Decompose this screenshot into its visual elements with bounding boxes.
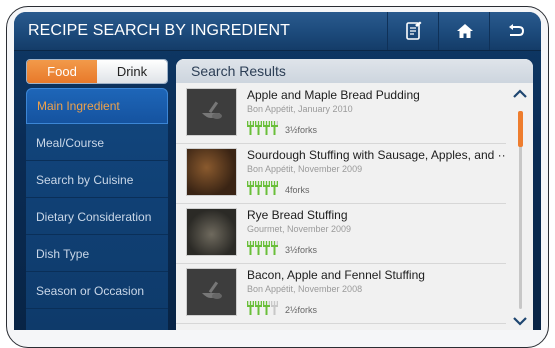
rating-label: 4forks bbox=[285, 185, 310, 195]
back-button[interactable] bbox=[489, 12, 541, 50]
results-heading: Search Results bbox=[176, 59, 533, 83]
recipe-placeholder-image bbox=[186, 88, 237, 136]
fork-icon bbox=[263, 121, 270, 135]
fork-rating: 3½forks bbox=[247, 239, 317, 255]
tab-drink[interactable]: Drink bbox=[97, 60, 167, 83]
sidebar-item-meal-course[interactable]: Meal/Course bbox=[26, 125, 168, 161]
recipe-title: Rye Bread Stuffing bbox=[247, 208, 348, 222]
tab-food[interactable]: Food bbox=[27, 60, 97, 83]
fork-icon bbox=[247, 181, 254, 195]
fork-icon bbox=[263, 301, 270, 315]
title-bar: RECIPE SEARCH BY INGREDIENT bbox=[14, 12, 541, 51]
fork-icon bbox=[255, 121, 262, 135]
search-results-panel: Search Results Apple and Maple Bread Pud… bbox=[176, 59, 533, 330]
recipe-source: Gourmet, November 2009 bbox=[247, 224, 352, 234]
rating-label: 3½forks bbox=[285, 125, 318, 135]
shopping-list-button[interactable] bbox=[387, 12, 440, 50]
fork-icon bbox=[255, 181, 262, 195]
recipe-placeholder-image bbox=[186, 268, 237, 316]
home-button[interactable] bbox=[438, 12, 491, 50]
chevron-down-icon[interactable] bbox=[513, 316, 527, 326]
fork-icon bbox=[255, 301, 262, 315]
result-row[interactable]: Rye Bread Stuffing Gourmet, November 200… bbox=[176, 204, 506, 264]
fork-icon bbox=[263, 181, 270, 195]
result-row[interactable]: Sourdough Stuffing with Sausage, Apples,… bbox=[176, 144, 507, 204]
rating-label: 3½forks bbox=[285, 245, 318, 255]
recipe-title: Bacon, Apple and Fennel Stuffing bbox=[247, 268, 425, 282]
fork-icon bbox=[263, 241, 270, 255]
fork-icon bbox=[255, 241, 262, 255]
results-scrollbar[interactable] bbox=[508, 83, 533, 330]
sidebar-item-cuisine[interactable]: Search by Cuisine bbox=[26, 162, 168, 198]
recipe-source: Bon Appétit, November 2009 bbox=[247, 164, 363, 174]
back-icon bbox=[509, 24, 525, 36]
recipe-source: Bon Appétit, January 2010 bbox=[247, 104, 353, 114]
fork-icon bbox=[247, 301, 254, 315]
fork-icon bbox=[271, 241, 278, 255]
bowl-icon bbox=[202, 101, 222, 119]
sidebar-item-season[interactable]: Season or Occasion bbox=[26, 273, 168, 309]
recipe-photo bbox=[186, 208, 237, 256]
fork-rating: 3½forks bbox=[247, 119, 317, 135]
recipe-title: Apple and Maple Bread Pudding bbox=[247, 88, 420, 102]
sidebar-item-main-ingredient[interactable]: Main Ingredient bbox=[26, 88, 168, 124]
food-drink-toggle: Food Drink bbox=[26, 59, 168, 84]
recipe-source: Bon Appétit, November 2008 bbox=[247, 284, 363, 294]
result-row[interactable]: Bacon, Apple and Fennel Stuffing Bon App… bbox=[176, 264, 506, 324]
shopping-list-icon bbox=[406, 21, 422, 40]
fork-icon bbox=[271, 301, 278, 315]
bowl-icon bbox=[202, 281, 222, 299]
sidebar-item-dietary[interactable]: Dietary Consideration bbox=[26, 199, 168, 235]
app-screen: RECIPE SEARCH BY INGREDIENT Food Drink M… bbox=[14, 12, 541, 330]
home-icon bbox=[457, 24, 473, 38]
fork-icon bbox=[247, 121, 254, 135]
scroll-thumb[interactable] bbox=[518, 111, 523, 147]
recipe-photo bbox=[186, 148, 237, 196]
fork-icon bbox=[271, 181, 278, 195]
fork-icon bbox=[271, 121, 278, 135]
chevron-up-icon[interactable] bbox=[513, 89, 527, 99]
page-title: RECIPE SEARCH BY INGREDIENT bbox=[28, 22, 291, 39]
result-row[interactable]: Apple and Maple Bread Pudding Bon Appéti… bbox=[176, 84, 506, 144]
category-sidebar: Main Ingredient Meal/Course Search by Cu… bbox=[26, 88, 168, 330]
rating-label: 2½forks bbox=[285, 305, 318, 315]
fork-rating: 4forks bbox=[247, 179, 310, 195]
fork-rating: 2½forks bbox=[247, 299, 317, 315]
sidebar-item-dish-type[interactable]: Dish Type bbox=[26, 236, 168, 272]
recipe-title: Sourdough Stuffing with Sausage, Apples,… bbox=[247, 148, 507, 162]
fork-icon bbox=[247, 241, 254, 255]
